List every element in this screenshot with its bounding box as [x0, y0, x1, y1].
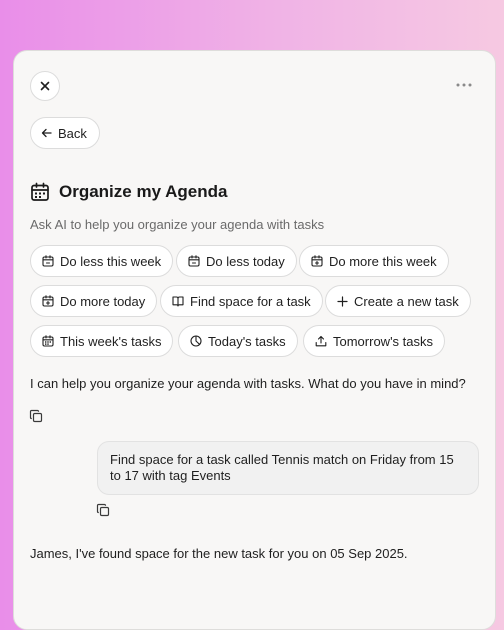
agenda-assistant-panel: Back Organize my Agenda Ask AI to help y…	[13, 50, 496, 630]
suggestion-do-less-this-week[interactable]: Do less this week	[30, 245, 174, 277]
copy-icon	[96, 503, 110, 517]
suggestion-this-weeks-tasks[interactable]: This week's tasks	[30, 325, 174, 357]
calendar-days-icon	[42, 335, 54, 347]
suggestion-label: Do less this week	[60, 253, 162, 269]
suggestion-do-more-this-week[interactable]: Do more this week	[299, 245, 449, 277]
user-message: Find space for a task called Tennis matc…	[97, 441, 479, 495]
suggestion-label: Do more this week	[329, 253, 437, 269]
calendar-minus-icon	[188, 255, 200, 267]
suggestion-label: Do less today	[206, 253, 285, 269]
plus-icon	[337, 295, 348, 307]
suggestion-label: Tomorrow's tasks	[333, 333, 434, 349]
upload-tray-icon	[315, 335, 327, 347]
arrow-left-icon	[41, 128, 52, 138]
calendar-plus-icon	[42, 295, 54, 307]
calendar-icon	[31, 182, 49, 201]
suggestion-label: Create a new task	[354, 293, 459, 309]
suggestion-find-space-for-a-task[interactable]: Find space for a task	[160, 285, 323, 317]
clock-pie-icon	[190, 335, 202, 347]
close-icon	[40, 81, 50, 91]
back-label: Back	[58, 125, 87, 141]
copy-message-button[interactable]	[29, 409, 45, 425]
suggestion-label: Today's tasks	[208, 333, 286, 349]
assistant-message: James, I've found space for the new task…	[30, 546, 408, 561]
more-horizontal-icon	[456, 83, 472, 87]
suggestion-label: Find space for a task	[190, 293, 311, 309]
suggestion-do-less-today[interactable]: Do less today	[176, 245, 297, 277]
suggestion-do-more-today[interactable]: Do more today	[30, 285, 158, 317]
copy-message-button[interactable]	[96, 503, 112, 519]
calendar-plus-icon	[311, 255, 323, 267]
suggestion-label: This week's tasks	[60, 333, 162, 349]
copy-icon	[29, 409, 43, 423]
close-button[interactable]	[30, 71, 60, 101]
page-heading: Organize my Agenda	[30, 182, 227, 202]
suggestion-label: Do more today	[60, 293, 146, 309]
back-button[interactable]: Back	[30, 117, 100, 149]
more-options-button[interactable]	[453, 75, 475, 95]
suggestion-todays-tasks[interactable]: Today's tasks	[178, 325, 298, 357]
suggestion-tomorrows-tasks[interactable]: Tomorrow's tasks	[303, 325, 446, 357]
book-open-icon	[172, 296, 184, 307]
page-title: Organize my Agenda	[59, 182, 228, 201]
page-subtitle: Ask AI to help you organize your agenda …	[30, 217, 325, 232]
calendar-minus-icon	[42, 255, 54, 267]
suggestion-create-a-new-task[interactable]: Create a new task	[325, 285, 471, 317]
assistant-message: I can help you organize your agenda with…	[30, 376, 466, 391]
